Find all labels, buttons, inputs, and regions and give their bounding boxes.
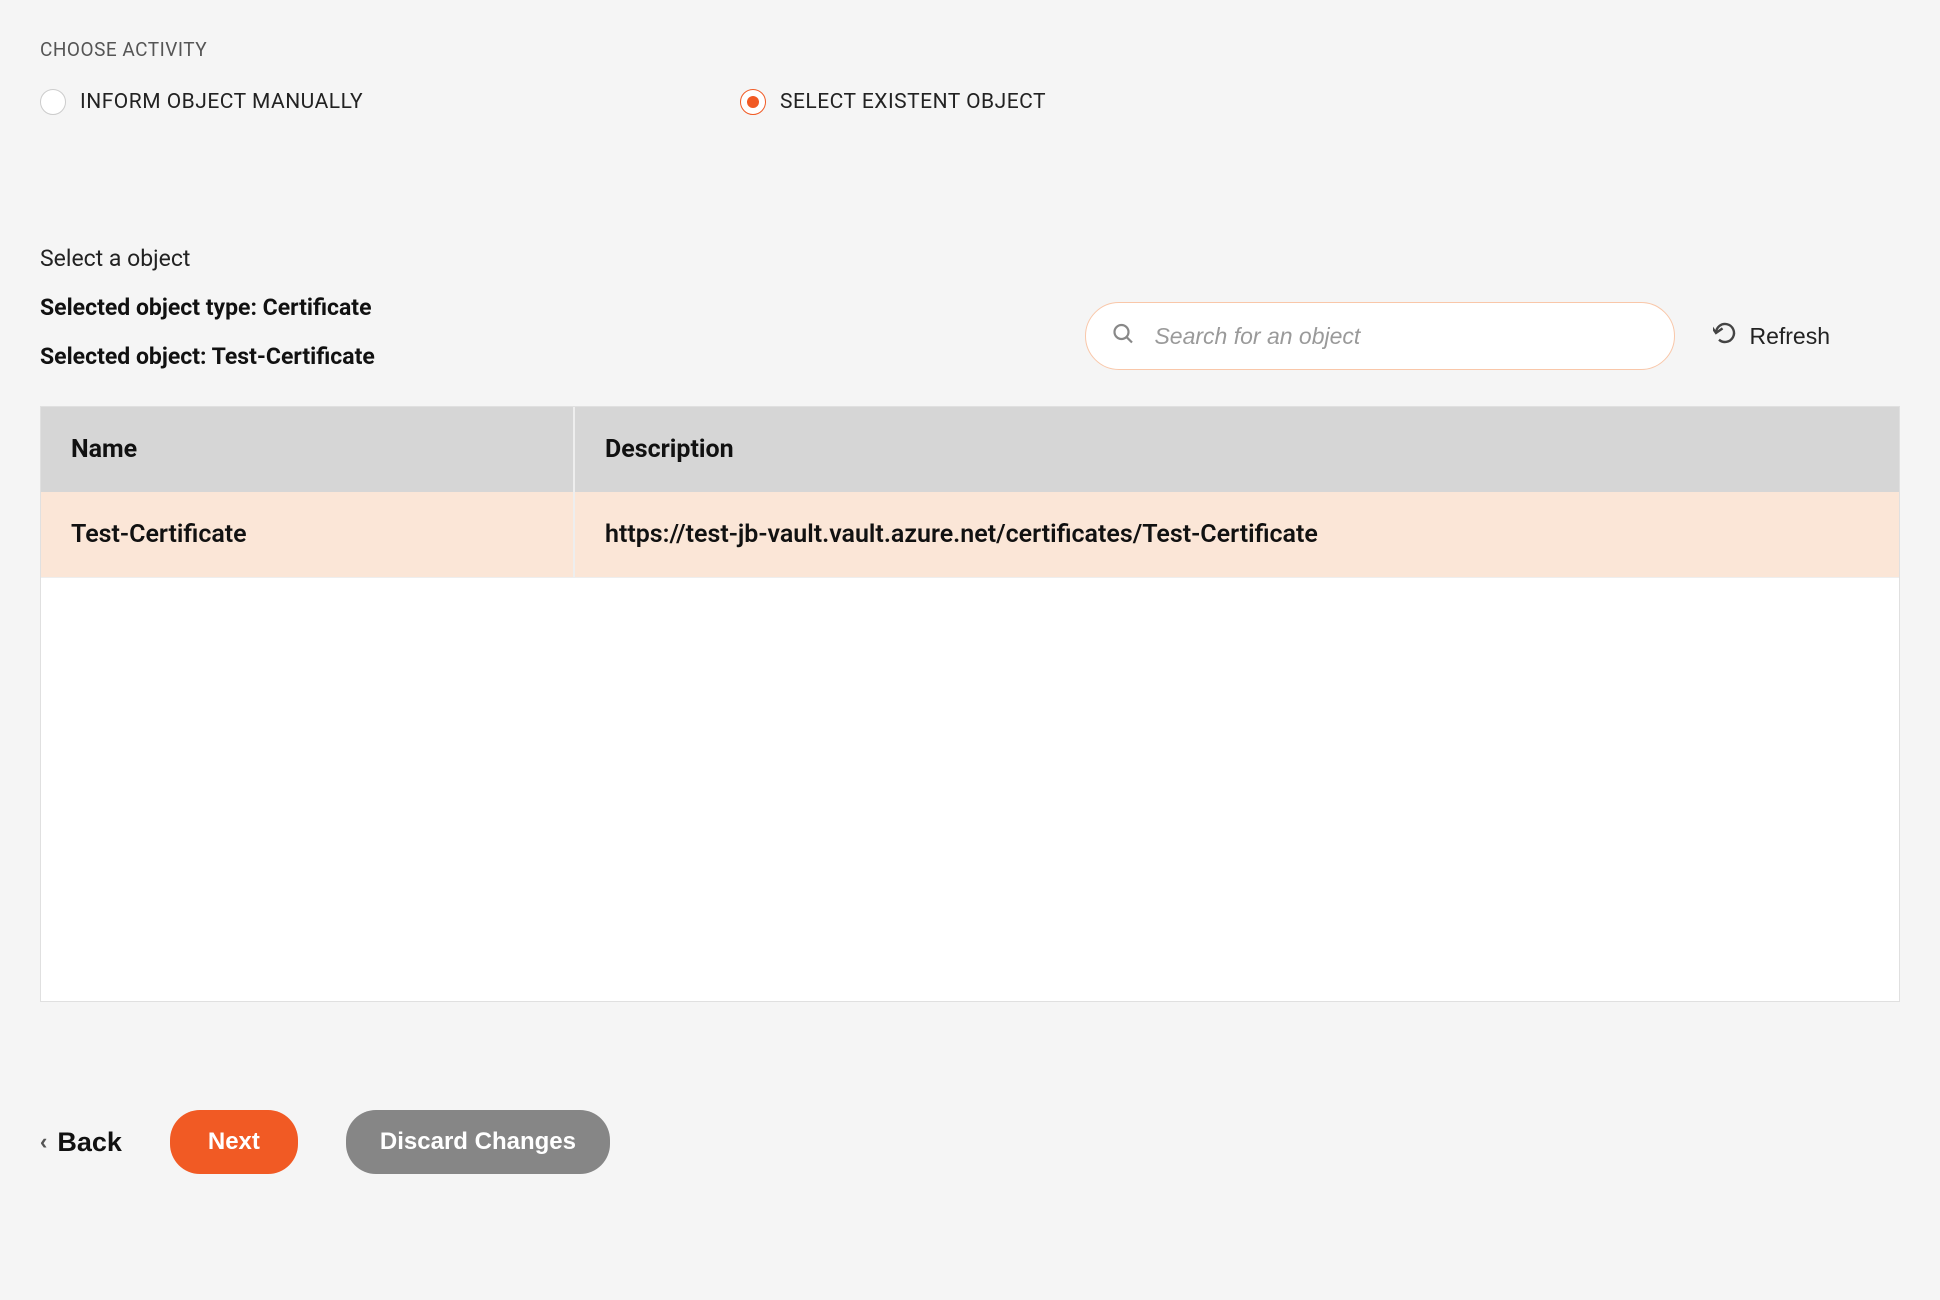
select-object-heading: Select a object [40,245,1900,272]
radio-label-select: SELECT EXISTENT OBJECT [780,90,1046,114]
radio-label-manual: INFORM OBJECT MANUALLY [80,90,363,114]
back-label: Back [57,1127,122,1158]
search-icon [1111,322,1135,351]
next-button[interactable]: Next [170,1110,298,1174]
chevron-left-icon: ‹ [40,1129,47,1155]
radio-icon [740,89,766,115]
cell-description: https://test-jb-vault.vault.azure.net/ce… [575,492,1899,577]
column-header-description[interactable]: Description [575,407,1899,492]
refresh-button[interactable]: Refresh [1713,321,1830,351]
radio-icon [40,89,66,115]
radio-select-existent[interactable]: SELECT EXISTENT OBJECT [740,89,1440,115]
back-button[interactable]: ‹ Back [40,1127,122,1158]
refresh-icon [1713,321,1737,351]
column-header-name[interactable]: Name [41,407,575,492]
choose-activity-label: CHOOSE ACTIVITY [40,38,1900,61]
cell-name: Test-Certificate [41,492,575,577]
refresh-label: Refresh [1749,323,1830,350]
discard-button[interactable]: Discard Changes [346,1110,610,1174]
activity-radio-group: INFORM OBJECT MANUALLY SELECT EXISTENT O… [40,89,1900,115]
radio-inform-manually[interactable]: INFORM OBJECT MANUALLY [40,89,740,115]
footer-actions: ‹ Back Next Discard Changes [40,1110,1900,1174]
table-header: Name Description [41,407,1899,492]
search-input[interactable] [1085,302,1675,370]
table-row[interactable]: Test-Certificate https://test-jb-vault.v… [41,492,1899,578]
object-table: Name Description Test-Certificate https:… [40,406,1900,1002]
search-wrap [1085,302,1675,370]
